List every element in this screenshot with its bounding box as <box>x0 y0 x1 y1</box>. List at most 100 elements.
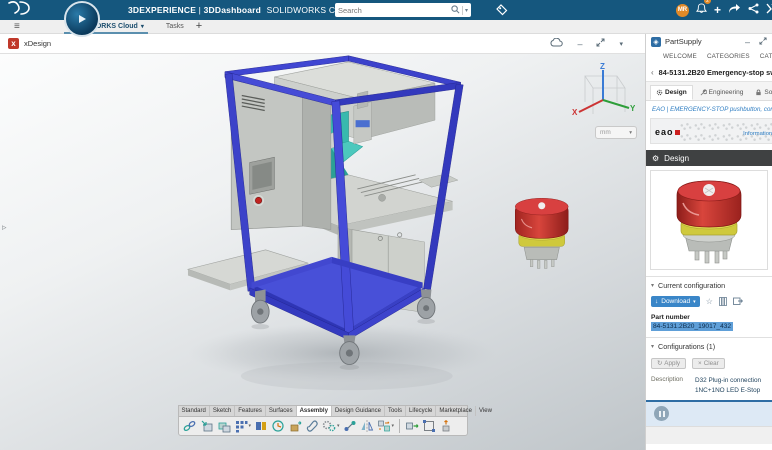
widget-menu-chevron-icon[interactable]: ▾ <box>619 40 623 48</box>
nav-welcome[interactable]: WELCOME <box>663 53 697 60</box>
ribbon-tab-tools[interactable]: Tools <box>385 406 406 416</box>
play-icon <box>79 15 86 23</box>
export-component-icon[interactable] <box>405 419 419 433</box>
search-scope-chevron-icon[interactable]: ▾ <box>465 7 468 14</box>
ribbon-tab-lifecycle[interactable]: Lifecycle <box>406 406 436 416</box>
description-label: Description <box>651 376 695 397</box>
expand-panel-icon[interactable] <box>759 37 767 47</box>
download-button[interactable]: ↓ Download ▾ <box>651 296 700 307</box>
tab-engineering[interactable]: Engineering <box>695 85 749 100</box>
menu-hamburger-icon[interactable]: ≡ <box>14 22 20 32</box>
configuration-row-selected[interactable] <box>646 402 772 426</box>
wrench-icon <box>700 89 707 96</box>
3dexperience-window: 3DEXPERIENCE | 3DDashboard SOLIDWORKS Cl… <box>0 0 772 450</box>
avatar[interactable]: MR <box>676 4 689 17</box>
ribbon-tab-design-guidance[interactable]: Design Guidance <box>332 406 385 416</box>
notification-badge: 2 <box>704 0 711 4</box>
cloud-sync-icon[interactable] <box>550 38 563 49</box>
nav-catalogs[interactable]: CATALOGS <box>760 53 772 60</box>
3ds-logo[interactable] <box>6 0 32 21</box>
eao-logo-square <box>675 130 680 135</box>
tab-tasks[interactable]: Tasks <box>166 23 184 30</box>
section-chevron-icon: ▾ <box>651 343 654 350</box>
supplier-banner[interactable]: eao Information a <box>650 118 772 144</box>
clipped-edge-icon[interactable] <box>766 1 772 19</box>
refresh-icon: ↻ <box>657 360 662 367</box>
current-configuration-header[interactable]: ▾ Current configuration <box>646 276 772 292</box>
search-icon[interactable] <box>451 1 460 19</box>
3d-viewport[interactable]: Z X Y mm ▾ ▹ Standard Sketch Features Su… <box>0 53 645 450</box>
brand-platform: 3DEXPERIENCE <box>128 5 196 15</box>
favorite-star-icon[interactable]: ☆ <box>706 297 713 306</box>
mate-status-icon[interactable] <box>271 419 285 433</box>
apply-button[interactable]: ↻ Apply <box>651 358 686 369</box>
expand-widget-icon[interactable] <box>596 38 605 49</box>
section-box-icon[interactable] <box>422 419 436 433</box>
units-dropdown[interactable]: mm ▾ <box>595 126 637 139</box>
share-arrow-icon[interactable] <box>728 1 741 19</box>
mirror-components-icon[interactable] <box>360 419 374 433</box>
kinematic-joint-icon[interactable] <box>343 419 357 433</box>
ribbon-tab-surfaces[interactable]: Surfaces <box>266 406 297 416</box>
partsupply-controls: – <box>745 37 767 47</box>
mechanism-caret-icon[interactable]: ▾ <box>337 423 340 429</box>
ribbon-tab-assembly[interactable]: Assembly <box>297 406 332 416</box>
exploded-view-icon[interactable] <box>439 419 453 433</box>
add-tab-button[interactable]: + <box>196 21 202 32</box>
brand-text: 3DEXPERIENCE | 3DDashboard SOLIDWORKS Cl… <box>128 5 360 15</box>
download-icon: ↓ <box>655 298 658 305</box>
replace-component-icon[interactable]: ▾ <box>377 419 395 433</box>
axis-triad[interactable]: Z X Y <box>571 62 635 129</box>
cad-model-assembly-cart[interactable] <box>0 54 645 450</box>
search-input[interactable] <box>338 6 451 15</box>
mate-icon[interactable] <box>254 419 268 433</box>
compare-columns-icon[interactable] <box>719 297 727 306</box>
units-chevron-icon: ▾ <box>629 130 632 136</box>
partsupply-panel: ◈ PartSupply – WELCOME CATEGORIES CATALO… <box>645 33 772 450</box>
back-chevron-icon[interactable]: ‹ <box>651 68 654 77</box>
banner-caption: Information a <box>743 131 772 137</box>
tab-chevron-icon[interactable]: ▾ <box>141 23 144 30</box>
pattern-component-icon[interactable]: ▾ <box>234 419 252 433</box>
toolbar-divider <box>399 419 400 433</box>
minimize-panel-icon[interactable]: – <box>745 37 750 47</box>
ribbon-tab-standard[interactable]: Standard <box>179 406 210 416</box>
mechanism-gears-icon[interactable]: ▾ <box>322 419 340 433</box>
share-network-icon[interactable] <box>748 1 759 19</box>
estop-component-preview[interactable] <box>515 198 568 268</box>
notifications-bell-icon[interactable]: 2 <box>696 1 707 19</box>
supplier-link[interactable]: EAO | EMERGENCY-STOP pushbutton, complet… <box>646 101 772 117</box>
global-search[interactable]: ▾ <box>335 3 471 17</box>
configurations-header[interactable]: ▾ Configurations (1) <box>646 337 772 353</box>
topbar-actions: MR 2 + <box>676 0 770 20</box>
xdesign-widget: x xDesign – ▾ <box>0 34 645 450</box>
partsupply-header: ◈ PartSupply – <box>646 33 772 50</box>
nav-categories[interactable]: CATEGORIES <box>707 53 750 60</box>
part-preview-image[interactable] <box>650 170 768 270</box>
tab-sourcing[interactable]: Sourcing <box>750 85 772 100</box>
insert-component-icon[interactable] <box>200 419 214 433</box>
clear-button[interactable]: × Clear <box>692 358 725 369</box>
ribbon-tab-features[interactable]: Features <box>235 406 266 416</box>
pattern-caret-icon[interactable]: ▾ <box>249 423 252 429</box>
tree-panel-expander[interactable]: ▹ <box>2 222 7 233</box>
attach-paperclip-icon[interactable] <box>305 419 319 433</box>
compass-play-badge[interactable] <box>64 1 100 37</box>
tag-icon[interactable] <box>496 3 508 21</box>
tab-design[interactable]: Design <box>650 85 693 100</box>
replace-caret-icon[interactable]: ▾ <box>392 423 395 429</box>
smart-mate-icon[interactable] <box>183 419 197 433</box>
download-row: ↓ Download ▾ ☆ <box>646 292 772 309</box>
copy-component-icon[interactable] <box>217 419 231 433</box>
part-number-value[interactable]: 84-5131.2B20_19017_432 <box>651 322 733 331</box>
minimize-widget-icon[interactable]: – <box>577 39 582 49</box>
move-component-icon[interactable] <box>288 419 302 433</box>
ribbon-tab-sketch[interactable]: Sketch <box>210 406 235 416</box>
xdesign-app-bar: x xDesign – ▾ <box>0 34 645 53</box>
ribbon-tab-view[interactable]: View <box>476 406 495 416</box>
send-to-app-icon[interactable] <box>733 297 743 306</box>
add-content-icon[interactable]: + <box>714 4 721 16</box>
ribbon-tab-marketplace[interactable]: Marketplace <box>436 406 476 416</box>
description-table: Description D32 Plug-in connection 1NC+1… <box>646 372 772 402</box>
dashboard-tab-row: ≡ SOLIDWORKS Cloud ▾ Tasks + <box>0 20 772 34</box>
